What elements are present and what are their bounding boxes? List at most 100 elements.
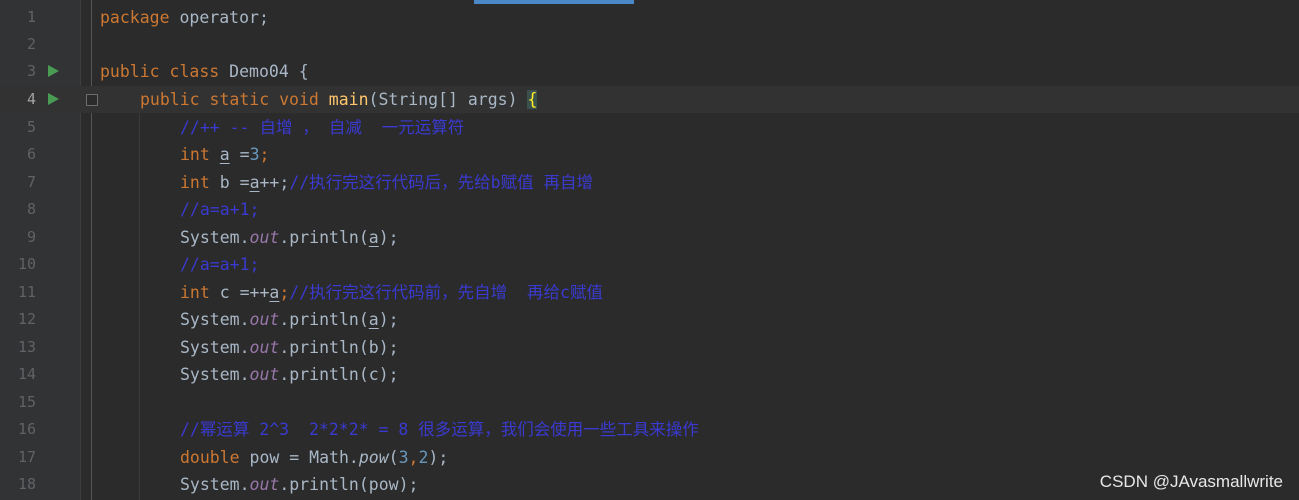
code-text[interactable]: package operator;: [100, 4, 269, 31]
code-token: );: [398, 475, 419, 494]
variable: pow: [368, 475, 399, 494]
code-line[interactable]: 10 //a=a+1;: [0, 251, 1299, 278]
run-class-icon[interactable]: [48, 65, 59, 77]
line-number: 11: [17, 283, 36, 301]
code-text[interactable]: //++ -- 自增 ， 自减 一元运算符: [180, 114, 464, 141]
code-token: .println(: [279, 365, 369, 384]
code-text[interactable]: //a=a+1;: [180, 196, 259, 223]
code-token: System.: [180, 228, 250, 247]
code-editor[interactable]: 1 package operator; 2 3 public class Dem…: [0, 0, 1299, 500]
line-number: 9: [26, 228, 36, 246]
code-text[interactable]: public static void main(String[] args) {: [140, 86, 538, 113]
line-number: 18: [17, 475, 36, 493]
code-token: );: [378, 365, 399, 384]
code-line[interactable]: 2: [0, 31, 1299, 58]
number-literal: 3: [398, 448, 409, 467]
code-token: .println(: [279, 338, 369, 357]
code-text[interactable]: //幂运算 2^3 2*2*2* = 8 很多运算，我们会使用一些工具来操作: [180, 416, 699, 443]
line-number: 8: [26, 200, 36, 218]
code-token: (: [388, 448, 399, 467]
code-token: ;: [279, 283, 290, 302]
code-text[interactable]: //a=a+1;: [180, 251, 259, 278]
code-line[interactable]: 6 int a =3;: [0, 141, 1299, 168]
matched-brace: {: [527, 90, 538, 109]
variable: a: [368, 310, 379, 329]
comment: //++ -- 自增 ， 自减 一元运算符: [180, 118, 465, 137]
keyword: public: [100, 62, 160, 81]
comment: //执行完这行代码后，先给b赋值 再自增: [289, 173, 594, 192]
code-line[interactable]: 3 public class Demo04 {: [0, 58, 1299, 85]
code-token: .println(: [279, 228, 369, 247]
line-number: 7: [26, 173, 36, 191]
code-line[interactable]: 13 System.out.println(b);: [0, 334, 1299, 361]
code-token: Demo04 {: [219, 62, 309, 81]
code-line[interactable]: 7 int b =a++;//执行完这行代码后，先给b赋值 再自增: [0, 169, 1299, 196]
line-number: 1: [26, 8, 36, 26]
comment: //a=a+1;: [180, 200, 260, 219]
code-line[interactable]: 14 System.out.println(c);: [0, 361, 1299, 388]
line-number: 14: [17, 365, 36, 383]
number-literal: 2: [418, 448, 429, 467]
code-text[interactable]: double pow = Math.pow(3,2);: [180, 444, 448, 471]
code-text[interactable]: int c =++a;//执行完这行代码前，先自增 再给c赋值: [180, 279, 603, 306]
line-number: 6: [26, 145, 36, 163]
static-field: out: [249, 475, 280, 494]
code-text[interactable]: System.out.println(b);: [180, 334, 399, 361]
code-line[interactable]: 11 int c =++a;//执行完这行代码前，先自增 再给c赋值: [0, 279, 1299, 306]
code-token: pow = Math.: [239, 448, 359, 467]
code-line[interactable]: 16 //幂运算 2^3 2*2*2* = 8 很多运算，我们会使用一些工具来操…: [0, 416, 1299, 443]
code-token: ,: [408, 448, 419, 467]
variable: c: [368, 365, 379, 384]
code-text[interactable]: int a =3;: [180, 141, 269, 168]
code-token: (String[] args): [368, 90, 528, 109]
code-text[interactable]: public class Demo04 {: [100, 58, 309, 85]
code-token: System.: [180, 338, 250, 357]
variable: b: [368, 338, 379, 357]
code-line[interactable]: 12 System.out.println(a);: [0, 306, 1299, 333]
keyword: public: [140, 90, 200, 109]
static-field: out: [249, 338, 280, 357]
code-token: =: [229, 145, 250, 164]
static-field: out: [249, 365, 280, 384]
line-number: 17: [17, 448, 36, 466]
code-token: .println(: [279, 310, 369, 329]
code-text[interactable]: int b =a++;//执行完这行代码后，先给b赋值 再自增: [180, 169, 593, 196]
line-number: 13: [17, 338, 36, 356]
comment: //a=a+1;: [180, 255, 260, 274]
keyword: package: [100, 8, 170, 27]
line-number: 5: [26, 118, 36, 136]
code-line-current[interactable]: 4 public static void main(String[] args)…: [0, 86, 1299, 113]
code-text[interactable]: System.out.println(a);: [180, 224, 399, 251]
code-line[interactable]: 15: [0, 389, 1299, 416]
code-token: );: [378, 310, 399, 329]
code-token: .println(: [279, 475, 369, 494]
code-token: c =++: [209, 283, 270, 302]
code-token: System.: [180, 475, 250, 494]
line-number: 16: [17, 420, 36, 438]
code-line[interactable]: 8 //a=a+1;: [0, 196, 1299, 223]
code-token: );: [428, 448, 449, 467]
line-number: 10: [17, 255, 36, 273]
code-line[interactable]: 5 //++ -- 自增 ， 自减 一元运算符: [0, 114, 1299, 141]
line-number: 2: [26, 35, 36, 53]
keyword: int: [180, 283, 210, 302]
variable: a: [219, 145, 230, 164]
code-text[interactable]: System.out.println(pow);: [180, 471, 418, 498]
keyword: class: [169, 62, 220, 81]
code-text[interactable]: System.out.println(a);: [180, 306, 399, 333]
static-field: out: [249, 228, 280, 247]
code-token: operator;: [169, 8, 269, 27]
code-line[interactable]: 9 System.out.println(a);: [0, 224, 1299, 251]
static-method: pow: [358, 448, 389, 467]
code-line[interactable]: 1 package operator;: [0, 4, 1299, 31]
code-line[interactable]: 17 double pow = Math.pow(3,2);: [0, 444, 1299, 471]
run-method-icon[interactable]: [48, 93, 59, 105]
line-number: 12: [17, 310, 36, 328]
fold-toggle-icon[interactable]: [86, 94, 98, 106]
code-token: ;: [259, 145, 270, 164]
code-token: System.: [180, 310, 250, 329]
code-token: b =: [209, 173, 250, 192]
comment: //幂运算 2^3 2*2*2* = 8 很多运算，我们会使用一些工具来操作: [180, 420, 699, 439]
code-token: );: [378, 228, 399, 247]
code-text[interactable]: System.out.println(c);: [180, 361, 399, 388]
